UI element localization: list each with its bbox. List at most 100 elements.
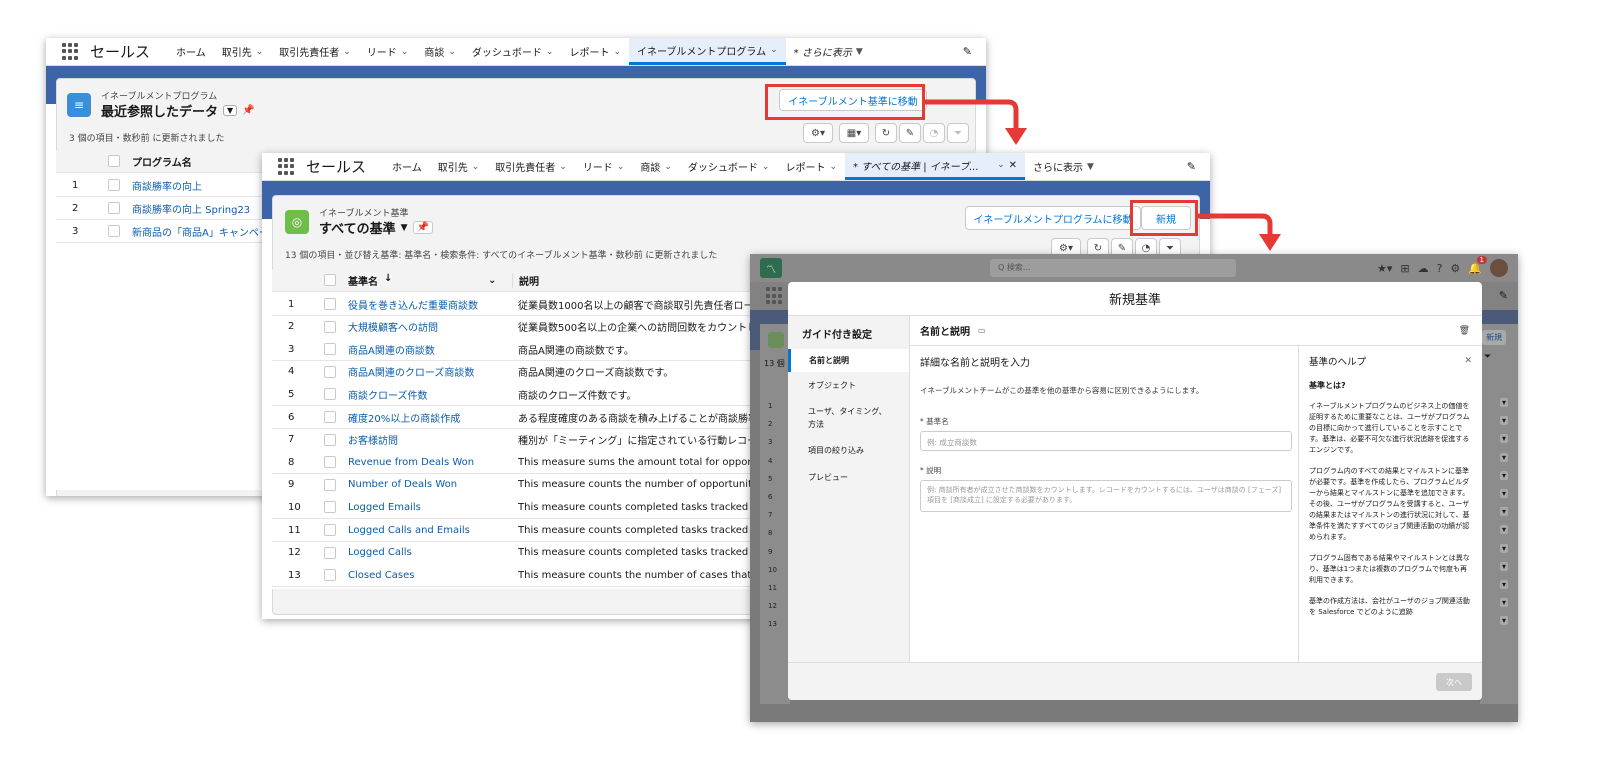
nav-home[interactable]: ホーム	[168, 38, 214, 65]
row-checkbox[interactable]	[324, 411, 336, 423]
edit-nav-icon[interactable]: ✎	[963, 45, 972, 58]
row-checkbox[interactable]	[324, 365, 336, 378]
global-search-input[interactable]: Q 検索...	[990, 259, 1236, 277]
chevron-down-icon[interactable]: ⌄	[472, 162, 480, 172]
nav-dashboards[interactable]: ダッシュボード ⌄	[680, 153, 778, 180]
nav-enablement-programs[interactable]: イネーブルメントプログラム ⌄	[629, 38, 786, 65]
app-launcher-icon[interactable]	[278, 157, 296, 176]
filter-icon[interactable]: ⏷	[947, 123, 969, 143]
measure-link[interactable]: 商品A関連のクローズ商談数	[348, 364, 504, 379]
program-link[interactable]: 新商品の「商品A」キャンペー	[132, 224, 269, 239]
row-checkbox[interactable]	[324, 501, 336, 514]
step-users-timing-method[interactable]: ユーザ、タイミング、方法	[788, 399, 909, 437]
chevron-down-icon[interactable]: ⌄	[617, 162, 625, 172]
select-all-checkbox[interactable]	[108, 155, 120, 167]
chevron-down-icon[interactable]: ⌄	[997, 160, 1005, 170]
help-close-icon[interactable]: ✕	[1464, 356, 1472, 366]
nav-more[interactable]: さらに表示 ▼	[1025, 153, 1102, 180]
display-as-table-icon[interactable]: ▦▾	[839, 123, 869, 143]
row-checkbox[interactable]	[324, 343, 336, 356]
nav-contacts[interactable]: 取引先責任者 ⌄	[487, 153, 575, 180]
list-view-title[interactable]: すべての基準 ▼ 📌	[319, 218, 433, 237]
step-preview[interactable]: プレビュー	[788, 464, 909, 491]
edit-nav-icon[interactable]: ✎	[1499, 289, 1508, 302]
chevron-down-icon[interactable]: ⌄	[448, 47, 456, 57]
trailhead-icon[interactable]: ☁	[1418, 262, 1429, 275]
measure-link[interactable]: Logged Emails	[348, 502, 504, 513]
sort-arrow-icon[interactable]: ↓	[384, 273, 392, 288]
chevron-down-icon[interactable]: ⌄	[770, 45, 778, 55]
measure-link[interactable]: Logged Calls and Emails	[348, 525, 504, 536]
list-view-picker-icon[interactable]: ▼	[401, 223, 408, 233]
nav-opportunities[interactable]: 商談 ⌄	[416, 38, 464, 65]
measure-link[interactable]: Logged Calls	[348, 547, 504, 558]
chevron-down-icon[interactable]: ⌄	[613, 47, 621, 57]
row-checkbox[interactable]	[324, 569, 336, 582]
edit-icon[interactable]: ✎	[899, 123, 921, 143]
delete-icon[interactable]: 🗑	[1459, 326, 1470, 336]
measure-link[interactable]: 役員を巻き込んだ重要商談数	[348, 297, 504, 312]
description-textarea[interactable]: 例: 商談所有者が成立させた商談数をカウントします。レコードをカウントするには、…	[920, 480, 1292, 512]
row-checkbox[interactable]	[324, 298, 336, 310]
column-header-measure-name[interactable]: 基準名 ↓	[348, 273, 488, 288]
measure-link[interactable]: 確度20%以上の商談作成	[348, 410, 504, 425]
chevron-down-icon[interactable]: ⌄	[256, 47, 264, 57]
step-object[interactable]: オブジェクト	[788, 372, 909, 399]
nav-reports[interactable]: レポート ⌄	[561, 38, 629, 65]
chevron-down-icon[interactable]: ⌄	[343, 47, 351, 57]
row-checkbox[interactable]	[324, 388, 336, 401]
row-checkbox[interactable]	[324, 456, 336, 469]
column-header-description[interactable]: 説明	[512, 272, 539, 288]
column-menu-icon[interactable]: ⌄	[488, 275, 504, 286]
row-checkbox[interactable]	[108, 202, 120, 214]
column-header-program-name[interactable]: プログラム名	[132, 154, 192, 169]
app-launcher-icon[interactable]	[766, 287, 784, 305]
edit-nav-icon[interactable]: ✎	[1187, 160, 1196, 173]
measure-link[interactable]: Number of Deals Won	[348, 479, 504, 490]
list-view-title[interactable]: 最近参照したデータ ▼ 📌	[101, 101, 255, 120]
nav-more[interactable]: * さらに表示 ▼	[786, 38, 871, 65]
close-tab-icon[interactable]: ✕	[1009, 160, 1017, 171]
chevron-down-icon[interactable]: ⌄	[829, 162, 837, 172]
chevron-down-icon[interactable]: ⌄	[546, 47, 554, 57]
chevron-down-icon[interactable]: ⌄	[664, 162, 672, 172]
settings-icon[interactable]: ⚙▾	[803, 123, 833, 143]
help-icon[interactable]: ?	[1437, 262, 1443, 275]
nav-accounts[interactable]: 取引先 ⌄	[430, 153, 488, 180]
row-checkbox[interactable]	[324, 320, 336, 333]
step-field-filters[interactable]: 項目の絞り込み	[788, 437, 909, 464]
nav-opportunities[interactable]: 商談 ⌄	[632, 153, 680, 180]
program-link[interactable]: 商談勝率の向上 Spring23	[132, 201, 250, 216]
chart-icon[interactable]: ◔	[923, 123, 945, 143]
row-checkbox[interactable]	[324, 524, 336, 536]
app-launcher-icon[interactable]	[62, 42, 80, 61]
nav-accounts[interactable]: 取引先 ⌄	[214, 38, 272, 65]
nav-leads[interactable]: リード ⌄	[359, 38, 417, 65]
nav-home[interactable]: ホーム	[384, 153, 430, 180]
nav-dashboards[interactable]: ダッシュボード ⌄	[464, 38, 562, 65]
nav-tab-all-measures[interactable]: * すべての基準 | イネーブ... ⌄ ✕	[845, 153, 1025, 180]
measure-link[interactable]: 大規模顧客への訪問	[348, 319, 504, 334]
next-button[interactable]: 次へ	[1436, 673, 1472, 691]
nav-reports[interactable]: レポート ⌄	[777, 153, 845, 180]
avatar[interactable]	[1490, 259, 1508, 277]
measure-name-input[interactable]: 例: 成立商談数	[920, 431, 1292, 451]
refresh-icon[interactable]: ↻	[875, 123, 897, 143]
measure-link[interactable]: Closed Cases	[348, 570, 504, 581]
row-checkbox[interactable]	[108, 225, 120, 237]
measure-link[interactable]: 商品A関連の商談数	[348, 342, 504, 357]
nav-leads[interactable]: リード ⌄	[575, 153, 633, 180]
go-to-programs-button[interactable]: イネーブルメントプログラムに移動	[965, 206, 1141, 230]
select-all-checkbox[interactable]	[324, 274, 336, 286]
measure-link[interactable]: Revenue from Deals Won	[348, 457, 504, 468]
chevron-down-icon[interactable]: ⌄	[401, 47, 409, 57]
add-icon[interactable]: ⊞	[1400, 262, 1409, 275]
measure-link[interactable]: お客様訪問	[348, 432, 504, 447]
row-checkbox[interactable]	[324, 546, 336, 559]
chevron-down-icon[interactable]: ⌄	[762, 162, 770, 172]
row-checkbox[interactable]	[324, 433, 336, 446]
program-link[interactable]: 商談勝率の向上	[132, 178, 202, 193]
notifications-bell-icon[interactable]: 🔔 1	[1468, 255, 1487, 275]
row-checkbox[interactable]	[108, 179, 120, 191]
list-view-picker-icon[interactable]: ▼	[223, 105, 238, 116]
